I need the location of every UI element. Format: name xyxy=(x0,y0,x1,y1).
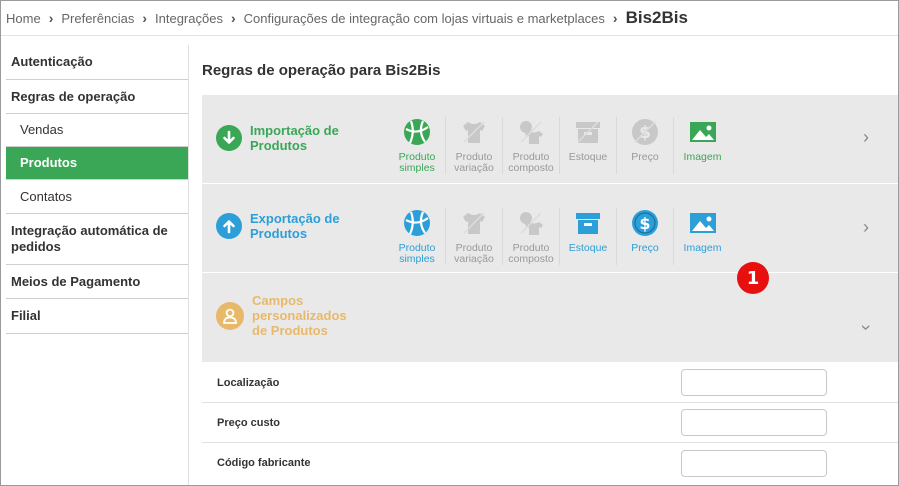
dollar-icon: $ xyxy=(630,208,660,238)
tile-label: Imagem xyxy=(683,151,722,163)
custom-fields-panel[interactable]: Campos personalizados de Produtos › xyxy=(202,273,898,363)
chevron-right-icon: › xyxy=(230,10,236,26)
sidebar-item-filial[interactable]: Filial xyxy=(6,299,188,334)
chevron-down-icon[interactable]: › xyxy=(856,325,877,331)
export-tiles: Produto simples Produto variação Produto… xyxy=(389,208,731,265)
breadcrumb: Home › Preferências › Integrações › Conf… xyxy=(6,1,886,35)
custom-panel-title: Campos personalizados de Produtos xyxy=(252,293,347,338)
tile-label: Produto simples xyxy=(398,151,436,174)
tile-label: Estoque xyxy=(568,151,608,163)
arrow-down-icon xyxy=(216,125,242,151)
breadcrumb-home[interactable]: Home xyxy=(6,11,41,26)
sidebar-item-regras[interactable]: Regras de operação xyxy=(6,80,188,114)
sidebar-item-label: Autenticação xyxy=(11,54,93,69)
chevron-right-icon[interactable]: › xyxy=(863,127,869,148)
tile-label: Preço xyxy=(631,151,659,163)
tile-label: Produto variação xyxy=(454,242,494,265)
sidebar: Autenticação Regras de operação Vendas P… xyxy=(6,45,188,334)
divider xyxy=(1,35,898,36)
import-panel[interactable]: Importação de Produtos Produto simples P… xyxy=(202,95,898,184)
sidebar-item-label: Integração automática de pedidos xyxy=(11,223,168,254)
sidebar-item-label: Regras de operação xyxy=(11,88,136,104)
preco-custo-input[interactable] xyxy=(681,409,827,436)
breadcrumb-config[interactable]: Configurações de integração com lojas vi… xyxy=(244,11,605,26)
annotation-badge: 1 xyxy=(737,262,769,294)
sidebar-item-integracao-automatica[interactable]: Integração automática de pedidos xyxy=(6,214,188,265)
sidebar-item-autenticacao[interactable]: Autenticação xyxy=(6,45,188,80)
tile-label: Produto composto xyxy=(508,151,554,174)
tile-label: Produto variação xyxy=(454,151,494,174)
import-tile-produto-variacao[interactable]: Produto variação xyxy=(446,117,503,174)
tile-label: Produto simples xyxy=(398,242,436,265)
ball-icon xyxy=(402,208,432,238)
tile-label: Imagem xyxy=(683,242,722,254)
chevron-right-icon: › xyxy=(48,10,54,26)
box-icon xyxy=(573,208,603,238)
export-panel-header: Exportação de Produtos xyxy=(216,211,370,241)
user-icon xyxy=(216,302,244,330)
sidebar-item-meios-pagamento[interactable]: Meios de Pagamento xyxy=(6,265,188,299)
svg-text:$: $ xyxy=(639,214,650,233)
sidebar-item-produtos[interactable]: Produtos xyxy=(6,147,188,180)
breadcrumb-current: Bis2Bis xyxy=(625,8,688,27)
export-tile-imagem[interactable]: Imagem xyxy=(674,208,731,265)
sidebar-item-vendas[interactable]: Vendas xyxy=(6,114,188,147)
export-tile-produto-simples[interactable]: Produto simples xyxy=(389,208,446,265)
field-label: Código fabricante xyxy=(217,457,311,469)
chevron-right-icon: › xyxy=(612,10,618,26)
export-tile-produto-variacao[interactable]: Produto variação xyxy=(446,208,503,265)
shirt-icon xyxy=(459,208,489,238)
export-tile-preco[interactable]: $ Preço xyxy=(617,208,674,265)
chevron-right-icon: › xyxy=(142,10,148,26)
sidebar-divider xyxy=(188,45,189,485)
tile-label: Produto composto xyxy=(508,242,554,265)
image-icon xyxy=(688,208,718,238)
import-tile-preco[interactable]: $ Preço xyxy=(617,117,674,174)
export-panel[interactable]: Exportação de Produtos Produto simples P… xyxy=(202,184,898,273)
export-tile-estoque[interactable]: Estoque xyxy=(560,208,617,265)
custom-panel-header: Campos personalizados de Produtos xyxy=(216,293,362,338)
composite-icon xyxy=(516,117,546,147)
arrow-up-icon xyxy=(216,213,242,239)
ball-icon xyxy=(402,117,432,147)
import-panel-header: Importação de Produtos xyxy=(216,123,370,153)
sidebar-item-label: Filial xyxy=(11,308,41,323)
app-window: Home › Preferências › Integrações › Conf… xyxy=(0,0,899,486)
sidebar-item-label: Produtos xyxy=(20,155,78,170)
import-tile-produto-simples[interactable]: Produto simples xyxy=(389,117,446,174)
import-tiles: Produto simples Produto variação Produto… xyxy=(389,117,731,174)
localizacao-input[interactable] xyxy=(681,369,827,396)
export-tile-produto-composto[interactable]: Produto composto xyxy=(503,208,560,265)
import-tile-imagem[interactable]: Imagem xyxy=(674,117,731,174)
import-tile-estoque[interactable]: Estoque xyxy=(560,117,617,174)
image-icon xyxy=(688,117,718,147)
import-tile-produto-composto[interactable]: Produto composto xyxy=(503,117,560,174)
field-row-codigo-fabricante: Código fabricante xyxy=(202,443,898,483)
codigo-fabricante-input[interactable] xyxy=(681,449,827,477)
box-icon xyxy=(573,117,603,147)
tile-label: Estoque xyxy=(568,242,608,254)
field-label: Preço custo xyxy=(217,416,280,429)
page-title: Regras de operação para Bis2Bis xyxy=(202,62,441,79)
composite-icon xyxy=(516,208,546,238)
breadcrumb-integracoes[interactable]: Integrações xyxy=(155,11,223,26)
sidebar-item-label: Vendas xyxy=(20,122,64,137)
field-label: Localização xyxy=(217,376,280,389)
sidebar-item-label: Meios de Pagamento xyxy=(11,273,141,289)
import-panel-title: Importação de Produtos xyxy=(250,123,339,153)
sidebar-item-contatos[interactable]: Contatos xyxy=(6,180,188,214)
shirt-icon xyxy=(459,117,489,147)
tile-label: Preço xyxy=(631,242,659,254)
breadcrumb-preferencias[interactable]: Preferências xyxy=(61,11,134,26)
dollar-icon: $ xyxy=(630,117,660,147)
field-row-localizacao: Localização xyxy=(202,363,898,403)
chevron-right-icon[interactable]: › xyxy=(863,217,869,238)
sidebar-item-label: Contatos xyxy=(20,188,73,204)
export-panel-title: Exportação de Produtos xyxy=(250,211,340,241)
field-row-preco-custo: Preço custo xyxy=(202,403,898,443)
